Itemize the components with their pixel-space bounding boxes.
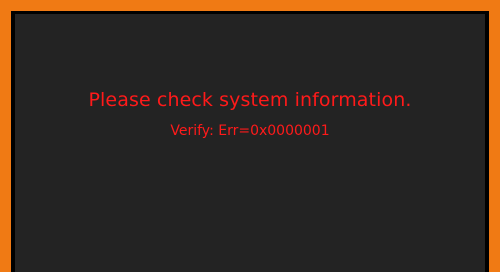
device-frame: Please check system information. Verify:… <box>0 0 500 272</box>
error-code: Verify: Err=0x0000001 <box>170 123 330 139</box>
error-screen: Please check system information. Verify:… <box>11 11 489 272</box>
error-message: Please check system information. <box>88 89 412 111</box>
